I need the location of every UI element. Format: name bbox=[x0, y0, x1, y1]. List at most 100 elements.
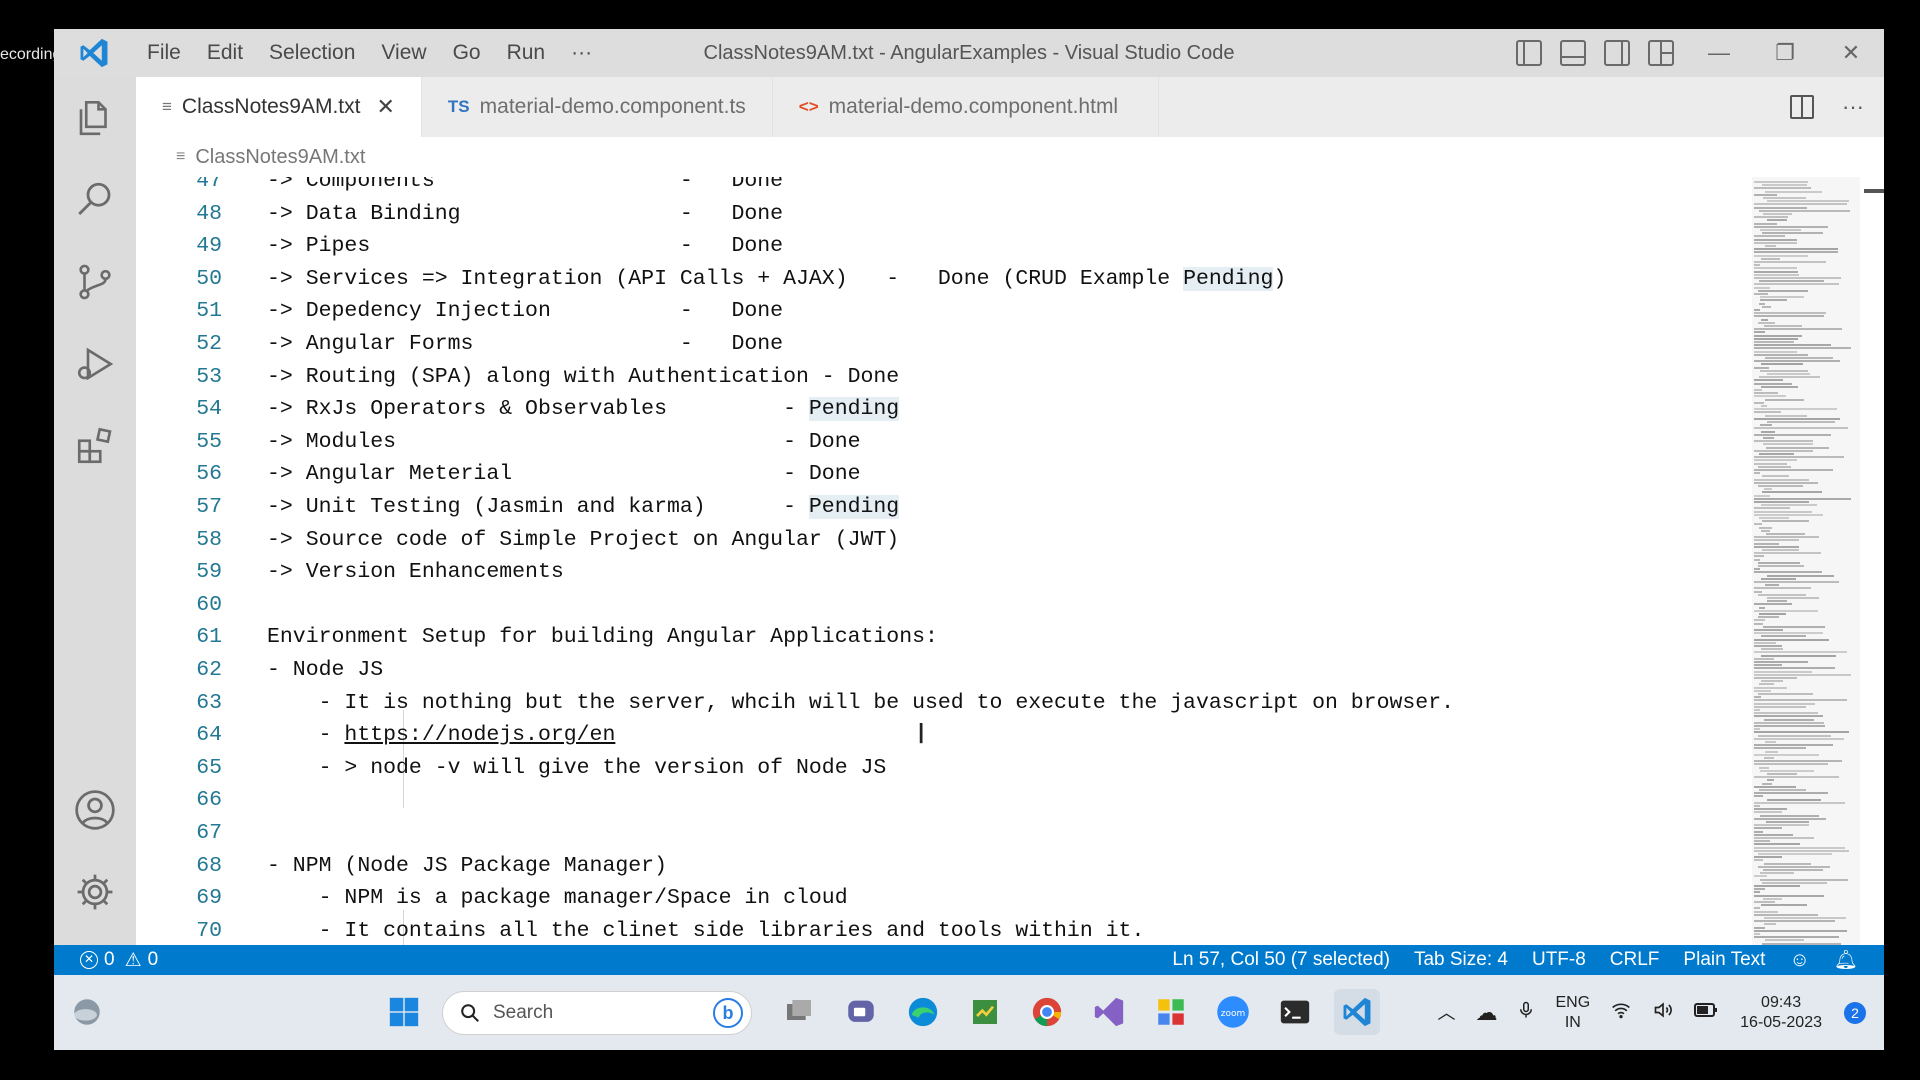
line-number[interactable]: 55 bbox=[136, 426, 222, 459]
tab-size[interactable]: Tab Size: 4 bbox=[1402, 949, 1520, 971]
line-number[interactable]: 49 bbox=[136, 230, 222, 263]
menu-more[interactable]: ··· bbox=[558, 29, 605, 77]
zoom-icon[interactable]: zoom bbox=[1210, 989, 1256, 1035]
line-number[interactable]: 69 bbox=[136, 882, 222, 915]
microphone-icon[interactable] bbox=[1507, 999, 1545, 1027]
line-number[interactable]: 63 bbox=[136, 687, 222, 720]
language-mode[interactable]: Plain Text bbox=[1671, 949, 1777, 971]
toggle-primary-sidebar-icon[interactable] bbox=[1516, 40, 1542, 66]
settings-gear-icon[interactable] bbox=[54, 851, 136, 933]
start-button-icon[interactable] bbox=[381, 989, 427, 1035]
cursor-position[interactable]: Ln 57, Col 50 (7 selected) bbox=[1160, 949, 1402, 971]
teams-chat-icon[interactable] bbox=[838, 989, 884, 1035]
problems-indicator[interactable]: ✕ 0 ⚠ 0 bbox=[54, 949, 158, 972]
notifications-bell-icon[interactable]: 🔔︎ bbox=[1822, 948, 1884, 972]
extensions-icon[interactable] bbox=[54, 405, 136, 487]
vscode-taskbar-icon[interactable] bbox=[1334, 989, 1380, 1035]
line-number[interactable]: 61 bbox=[136, 621, 222, 654]
code-line: 69 - NPM is a package manager/Space in c… bbox=[136, 882, 847, 915]
tab-material-demo-ts[interactable]: TS material-demo.component.ts bbox=[421, 77, 773, 137]
sticky-app-icon[interactable] bbox=[962, 989, 1008, 1035]
notifications[interactable]: 2 bbox=[1834, 1001, 1884, 1024]
line-number[interactable]: 70 bbox=[136, 915, 222, 948]
minimap-line bbox=[1761, 504, 1817, 507]
edge-browser-icon[interactable] bbox=[900, 989, 946, 1035]
code-line: 58 -> Source code of Simple Project on An… bbox=[136, 524, 899, 557]
minimap-line bbox=[1754, 216, 1788, 219]
url-link[interactable]: https://nodejs.org/en bbox=[344, 723, 615, 747]
bing-icon[interactable]: b bbox=[713, 998, 743, 1028]
minimap-line bbox=[1754, 792, 1828, 795]
minimap-line bbox=[1764, 325, 1802, 327]
task-view-icon[interactable] bbox=[776, 989, 822, 1035]
minimize-button[interactable]: — bbox=[1686, 29, 1752, 77]
line-number[interactable]: 57 bbox=[136, 491, 222, 524]
minimap-line bbox=[1754, 830, 1763, 833]
code-editor[interactable]: 47 -> Components - Done 48 -> Data Binding … bbox=[136, 177, 1754, 975]
line-text: -> Data Binding - Done bbox=[267, 201, 784, 226]
line-number[interactable]: 65 bbox=[136, 752, 222, 785]
menu-go[interactable]: Go bbox=[440, 29, 494, 77]
source-control-icon[interactable] bbox=[54, 241, 136, 323]
customize-layout-icon[interactable] bbox=[1648, 40, 1674, 66]
search-icon[interactable] bbox=[54, 159, 136, 241]
visual-studio-icon[interactable] bbox=[1086, 989, 1132, 1035]
breadcrumb-file[interactable]: ClassNotes9AM.txt bbox=[195, 146, 365, 169]
vscode-logo-icon[interactable] bbox=[54, 29, 134, 77]
line-number[interactable]: 56 bbox=[136, 458, 222, 491]
more-actions-icon[interactable]: ··· bbox=[1842, 94, 1864, 120]
onedrive-cloud-icon[interactable]: ☁ bbox=[1465, 1001, 1507, 1023]
line-number[interactable]: 64 bbox=[136, 719, 222, 752]
line-number[interactable]: 48 bbox=[136, 198, 222, 231]
wifi-icon[interactable] bbox=[1600, 1000, 1642, 1026]
show-hidden-icons-icon[interactable]: ︿ bbox=[1427, 1003, 1465, 1023]
split-editor-icon[interactable] bbox=[1790, 95, 1815, 119]
line-number[interactable]: 53 bbox=[136, 361, 222, 394]
tab-material-demo-html[interactable]: <> material-demo.component.html bbox=[772, 77, 1160, 137]
line-number[interactable]: 54 bbox=[136, 393, 222, 426]
line-number[interactable]: 47 bbox=[136, 177, 222, 198]
menu-selection[interactable]: Selection bbox=[256, 29, 368, 77]
close-button[interactable]: ✕ bbox=[1818, 29, 1884, 77]
line-text: -> Angular Forms - Done bbox=[267, 332, 784, 356]
line-number[interactable]: 58 bbox=[136, 524, 222, 557]
line-number[interactable]: 68 bbox=[136, 850, 222, 883]
chrome-browser-icon[interactable] bbox=[1024, 989, 1070, 1035]
volume-icon[interactable] bbox=[1642, 1000, 1684, 1026]
tab-classnotes[interactable]: ≡ ClassNotes9AM.txt ✕ bbox=[136, 77, 422, 137]
line-number[interactable]: 50 bbox=[136, 263, 222, 296]
weather-icon[interactable] bbox=[64, 989, 110, 1035]
minimap-line bbox=[1754, 494, 1770, 497]
input-language[interactable]: ENG IN bbox=[1545, 993, 1600, 1033]
code-line: 64 - https://nodejs.org/en bbox=[136, 719, 615, 752]
line-number[interactable]: 51 bbox=[136, 295, 222, 328]
line-number[interactable]: 66 bbox=[136, 784, 222, 817]
taskbar-search[interactable]: Search b bbox=[442, 991, 752, 1035]
minimap[interactable] bbox=[1752, 177, 1860, 975]
menu-view[interactable]: View bbox=[368, 29, 439, 77]
line-number[interactable]: 60 bbox=[136, 589, 222, 622]
line-number[interactable]: 52 bbox=[136, 328, 222, 361]
toggle-secondary-sidebar-icon[interactable] bbox=[1604, 40, 1630, 66]
toggle-panel-icon[interactable] bbox=[1560, 40, 1586, 66]
clock[interactable]: 09:43 16-05-2023 bbox=[1728, 993, 1834, 1033]
feedback-icon[interactable]: ☺ bbox=[1777, 949, 1821, 972]
terminal-icon[interactable] bbox=[1272, 989, 1318, 1035]
line-number[interactable]: 62 bbox=[136, 654, 222, 687]
scrollbar-indicator[interactable] bbox=[1864, 189, 1884, 193]
run-debug-icon[interactable] bbox=[54, 323, 136, 405]
menu-run[interactable]: Run bbox=[494, 29, 559, 77]
restore-button[interactable]: ❐ bbox=[1752, 29, 1818, 77]
menu-edit[interactable]: Edit bbox=[194, 29, 256, 77]
line-number[interactable]: 59 bbox=[136, 556, 222, 589]
encoding[interactable]: UTF-8 bbox=[1520, 949, 1598, 971]
menu-file[interactable]: File bbox=[134, 29, 194, 77]
accounts-icon[interactable] bbox=[54, 769, 136, 851]
explorer-icon[interactable] bbox=[54, 77, 136, 159]
close-tab-icon[interactable]: ✕ bbox=[376, 94, 394, 120]
line-number[interactable]: 67 bbox=[136, 817, 222, 850]
battery-icon[interactable] bbox=[1684, 1001, 1728, 1025]
puzzle-app-icon[interactable] bbox=[1148, 989, 1194, 1035]
end-of-line[interactable]: CRLF bbox=[1598, 949, 1672, 971]
minimap-line bbox=[1754, 293, 1768, 295]
